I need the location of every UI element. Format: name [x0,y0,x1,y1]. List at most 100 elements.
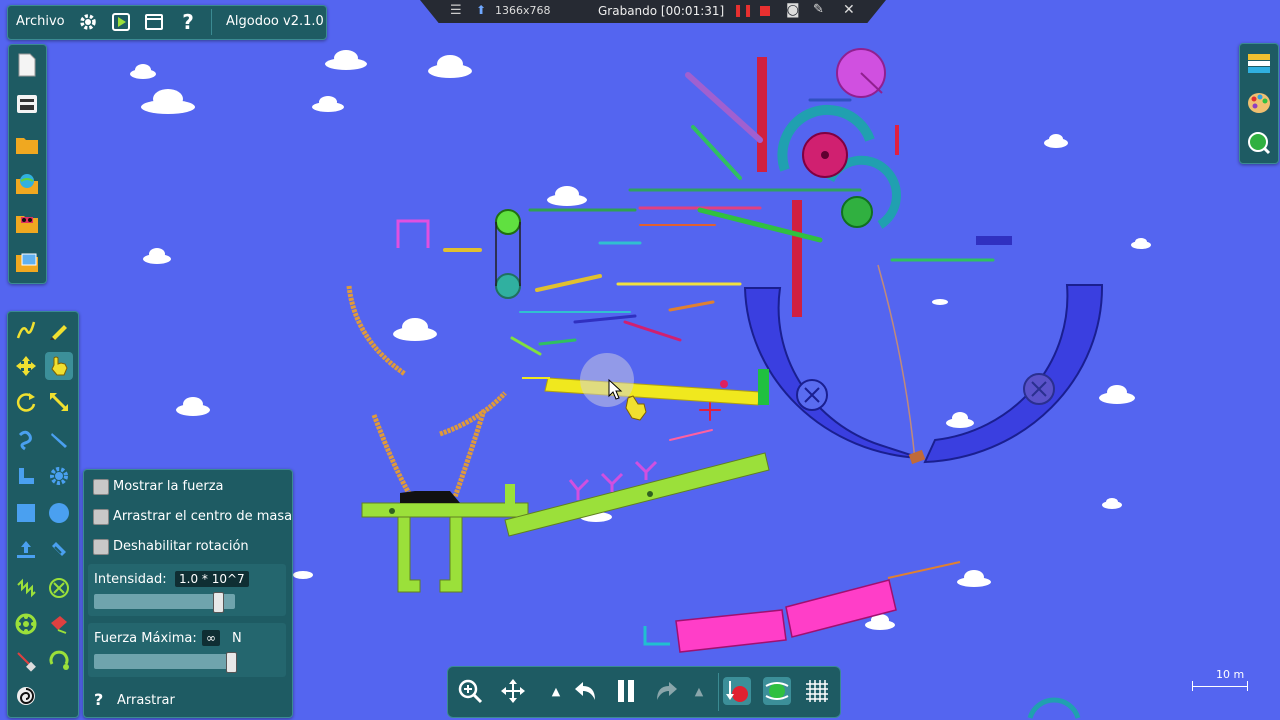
show-force-checkbox[interactable] [93,479,109,495]
scale-bar [1192,686,1248,687]
teal-arc-bottom [1027,697,1081,719]
help-icon[interactable]: ? [174,8,202,36]
pause-icon[interactable] [612,677,640,705]
scene-folder-icon[interactable] [13,248,41,276]
move-tool-icon[interactable] [12,352,40,380]
drag-options-panel: Mostrar la fuerza Arrastrar el centro de… [83,469,293,718]
cloud [293,571,313,579]
orange-rope[interactable] [439,391,507,437]
orange-rope[interactable] [452,409,487,498]
pink-bracket[interactable] [396,219,430,248]
menu-icon[interactable]: ☰ [450,3,462,18]
intensity-input[interactable]: 1.0 * 10^7 [175,571,249,587]
drag-center-checkbox[interactable] [93,509,109,525]
cloud [957,570,991,587]
disable-rotation-checkbox[interactable] [93,539,109,555]
undo-icon[interactable] [572,677,600,705]
lime-structure[interactable] [361,452,770,593]
pin-icon[interactable]: ⬆ [476,3,486,17]
zoom-icon[interactable] [456,677,484,705]
stop-icon[interactable] [760,6,770,16]
printer-icon[interactable] [13,90,41,118]
thruster-tool-icon[interactable] [12,535,40,563]
rotate-tool-icon[interactable] [12,388,40,416]
cloud [946,412,974,428]
gravity-icon[interactable] [723,677,751,705]
red-small-bar[interactable] [895,125,899,155]
play-scene-icon[interactable] [107,8,135,36]
phunlet-folder-icon[interactable] [13,209,41,237]
circle-tool-icon[interactable] [45,499,73,527]
cloud [932,299,948,305]
cloud [428,55,472,78]
scene-browser-icon[interactable] [1245,129,1273,157]
hand-cursor [625,395,647,421]
gear-icon[interactable] [74,8,102,36]
recorder-status: Grabando [00:01:31] [598,4,725,18]
rope-tool-icon[interactable] [12,426,40,454]
file-menu[interactable]: Archivo [16,14,65,29]
layers-icon[interactable] [1245,49,1273,77]
pink-plank[interactable] [675,609,787,653]
cutter-tool-icon[interactable] [45,426,73,454]
orange-rope[interactable] [346,285,407,377]
cloud [1044,134,1068,148]
red-pillar[interactable] [757,57,767,172]
redo-menu-icon[interactable]: ▲ [685,677,713,705]
axle-tool-icon[interactable] [12,610,40,638]
main-menu-bar: Archivo ? Algodoo v2.1.0 [7,5,327,40]
menu-divider [211,9,212,35]
plane-tool-icon[interactable] [12,462,40,490]
air-icon[interactable] [763,677,791,705]
disable-rotation-label: Deshabilitar rotación [113,539,249,554]
close-icon[interactable]: ✕ [843,2,855,18]
green-gear[interactable] [841,196,873,228]
scale-tool-icon[interactable] [45,388,73,416]
intensity-slider-thumb[interactable] [212,592,224,613]
folder-open-icon[interactable] [13,131,41,159]
pan-icon[interactable] [499,677,527,705]
intensity-group: Intensidad: 1.0 * 10^7 [88,564,286,616]
spring-tool-icon[interactable] [12,574,40,602]
recorder-bar: ☰ ⬆ 1366x768 Grabando [00:01:31] ❚❚ ◙ ✎ … [420,0,886,23]
max-force-unit: N [232,631,242,646]
box-tool-icon[interactable] [12,499,40,527]
gear-tool-icon[interactable] [45,462,73,490]
fixate-tool-icon[interactable] [45,574,73,602]
tracer-tool-icon[interactable] [45,610,73,638]
window-icon[interactable] [140,8,168,36]
pause-icon[interactable]: ❚❚ [733,3,753,17]
max-force-slider-thumb[interactable] [226,652,237,673]
teal-bracket [643,626,670,646]
max-force-input[interactable]: ∞ [202,630,220,646]
scale-label: 10 m [1216,668,1245,681]
green-pulleys[interactable] [495,209,521,299]
max-force-slider[interactable] [94,654,235,669]
sketch-tool-icon[interactable] [12,316,40,344]
cloud [312,96,344,112]
palette-icon[interactable] [1245,89,1273,117]
max-force-group: Fuerza Máxima: ∞ N [88,623,286,677]
red-pillar[interactable] [792,200,802,317]
laser-tool-icon[interactable] [12,647,40,675]
help-icon[interactable]: ? [94,690,103,709]
camera-icon[interactable]: ◙ [786,2,800,18]
drag-tool-icon[interactable] [45,352,73,380]
yellow-plank[interactable] [544,377,761,406]
hinge-tool-icon[interactable] [45,647,73,675]
undo-menu-icon[interactable]: ▲ [542,677,570,705]
pen-icon[interactable]: ✎ [813,2,824,17]
chain-tool-icon[interactable] [45,535,73,563]
cloud [141,89,195,114]
cloud [547,186,587,206]
globe-folder-icon[interactable] [13,170,41,198]
right-toolbar [1239,43,1279,164]
max-force-label: Fuerza Máxima: [94,631,197,646]
redo-icon[interactable] [652,677,680,705]
orange-rope[interactable] [371,414,413,497]
spiral-tool-icon[interactable] [12,682,40,710]
machinery[interactable] [443,72,1012,441]
brush-tool-icon[interactable] [45,316,73,344]
grid-icon[interactable] [803,677,831,705]
new-file-icon[interactable] [13,51,41,79]
